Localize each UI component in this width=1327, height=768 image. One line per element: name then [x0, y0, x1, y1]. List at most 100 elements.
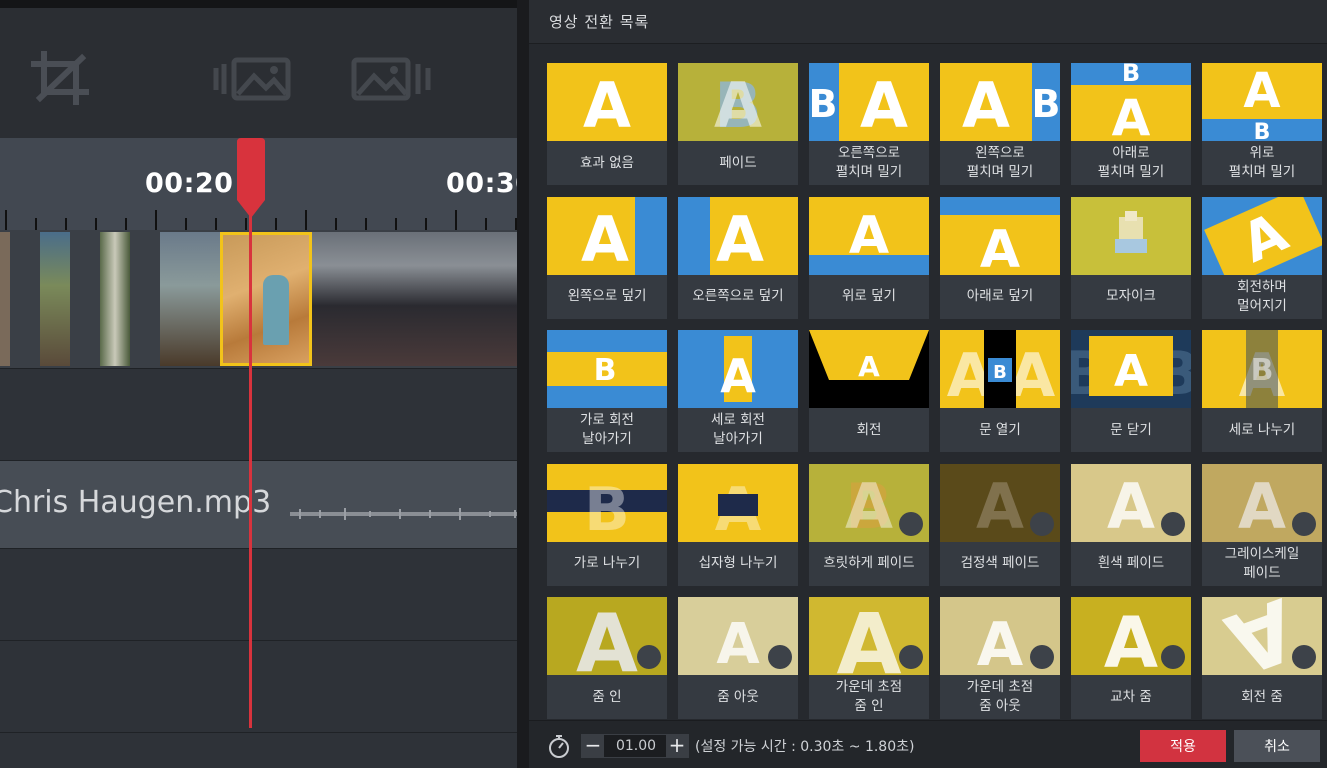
empty-track[interactable] [0, 640, 517, 732]
app-window: 00:20 00:30 Chris Haugen.mp3 [0, 0, 1327, 768]
svg-text:A: A [720, 349, 756, 403]
transition-item[interactable]: A 왼쪽으로 덮기 [547, 196, 667, 319]
transition-thumbnail: A [1202, 196, 1322, 275]
transition-item[interactable]: A 회전 줌 [1202, 597, 1322, 719]
video-clip[interactable] [160, 232, 220, 366]
video-clip[interactable] [0, 232, 10, 366]
decrease-duration-button[interactable]: − [582, 735, 604, 757]
transition-item[interactable]: A 오른쪽으로 덮기 [678, 196, 798, 319]
lock-icon [1161, 645, 1185, 669]
transition-item[interactable]: A 흰색 페이드 [1071, 463, 1191, 586]
transition-thumbnail: BA [678, 63, 798, 141]
panel-divider [517, 0, 529, 768]
editor-area: 00:20 00:30 Chris Haugen.mp3 [0, 0, 517, 768]
transition-label: 회전하며 멀어지기 [1202, 275, 1322, 319]
ruler-tick [35, 218, 37, 230]
transition-label: 페이드 [678, 141, 798, 185]
svg-text:B: B [1032, 82, 1060, 126]
transition-item[interactable]: A 가운데 초점 줌 아웃 [940, 597, 1060, 719]
svg-text:A: A [1104, 602, 1158, 675]
image-left-icon[interactable] [212, 50, 294, 106]
svg-text:A: A [845, 470, 893, 542]
lock-icon [1161, 511, 1185, 536]
transition-item[interactable]: BBA 문 닫기 [1071, 330, 1191, 452]
transition-item[interactable]: A 회전 [809, 330, 929, 452]
transition-thumbnail: A [547, 597, 667, 675]
svg-text:B: B [809, 82, 837, 126]
crop-icon[interactable] [30, 50, 92, 106]
transition-thumbnail: A [547, 63, 667, 141]
transition-item[interactable]: A 위로 덮기 [809, 196, 929, 319]
transition-item[interactable]: A B 위로 펼치며 밀기 [1202, 63, 1322, 185]
playhead-line [249, 200, 252, 728]
video-clip[interactable] [100, 232, 130, 366]
transition-item[interactable]: A 그레이스케일 페이드 [1202, 463, 1322, 586]
svg-text:B: B [1122, 63, 1140, 87]
transition-label: 세로 나누기 [1202, 408, 1322, 452]
transition-item[interactable]: B 가로 나누기 [547, 463, 667, 586]
empty-track[interactable] [0, 732, 517, 768]
transition-item[interactable]: B 가로 회전 날아가기 [547, 330, 667, 452]
lock-icon [899, 645, 923, 669]
transition-item[interactable]: A 효과 없음 [547, 63, 667, 185]
ruler-tick [65, 218, 67, 230]
audio-track[interactable]: Chris Haugen.mp3 [0, 460, 517, 548]
transition-label: 회전 [809, 408, 929, 452]
cancel-button[interactable]: 취소 [1234, 730, 1320, 762]
transition-item[interactable]: B A 아래로 펼치며 밀기 [1071, 63, 1191, 185]
transition-item[interactable]: A 십자형 나누기 [678, 463, 798, 586]
transition-label-line: 가운데 초점 [966, 679, 1034, 695]
transition-thumbnail: AB [1202, 330, 1322, 408]
transition-item[interactable]: A 줌 인 [547, 597, 667, 719]
selected-video-clip[interactable] [220, 232, 312, 366]
video-track[interactable] [0, 230, 517, 368]
video-clip[interactable] [40, 232, 70, 366]
transition-label: 흰색 페이드 [1071, 542, 1191, 586]
transition-label-line: 줌 인 [592, 688, 622, 705]
empty-track[interactable] [0, 548, 517, 640]
transition-thumbnail: BA [809, 463, 929, 542]
increase-duration-button[interactable]: + [666, 735, 688, 757]
transition-item[interactable]: 모자이크 [1071, 196, 1191, 319]
transition-label-line: 가로 회전 [580, 412, 634, 428]
transition-item[interactable]: A 줌 아웃 [678, 597, 798, 719]
transition-item[interactable]: A 가운데 초점 줌 인 [809, 597, 929, 719]
transition-label: 흐릿하게 페이드 [809, 542, 929, 586]
ruler-tick [485, 218, 487, 230]
transition-item[interactable]: AAB 문 열기 [940, 330, 1060, 452]
transition-item[interactable]: A 아래로 덮기 [940, 196, 1060, 319]
transition-label: 아래로 덮기 [940, 275, 1060, 319]
transition-item[interactable]: B A 흐릿하게 페이드 [809, 463, 929, 586]
empty-track[interactable] [0, 368, 517, 460]
svg-text:A: A [836, 597, 901, 675]
transition-label-line: 오른쪽으로 덮기 [692, 288, 784, 304]
transition-item[interactable]: B A 오른쪽으로 펼치며 밀기 [809, 63, 929, 185]
transition-label: 가로 회전 날아가기 [547, 408, 667, 452]
lock-icon [637, 645, 661, 669]
transition-label: 오른쪽으로 펼치며 밀기 [809, 141, 929, 185]
transition-item[interactable]: AB 세로 나누기 [1202, 330, 1322, 452]
transition-item[interactable]: A 검정색 페이드 [940, 463, 1060, 586]
ruler-tick [155, 210, 157, 230]
apply-button[interactable]: 적용 [1140, 730, 1226, 762]
video-clip[interactable] [312, 232, 517, 366]
duration-value[interactable]: 01.00 [606, 735, 666, 757]
svg-text:A: A [976, 470, 1024, 542]
transition-item[interactable]: A B 왼쪽으로 펼치며 밀기 [940, 63, 1060, 185]
ruler-tick [335, 218, 337, 230]
transition-item[interactable]: A 세로 회전 날아가기 [678, 330, 798, 452]
duration-stepper[interactable]: − 01.00 + [581, 734, 689, 758]
transition-item[interactable]: B A 페이드 [678, 63, 798, 185]
svg-text:A: A [977, 610, 1024, 675]
ruler-tick [5, 210, 7, 230]
transition-thumbnail: A [940, 196, 1060, 275]
transition-label-line: 페이드 [719, 154, 757, 171]
timecode-label: 00:30 [446, 168, 517, 199]
image-right-icon[interactable] [350, 50, 432, 106]
transition-item[interactable]: A 교차 줌 [1071, 597, 1191, 719]
transition-label-line: 멀어지기 [1237, 297, 1287, 314]
transition-label-line: 오른쪽으로 [837, 145, 901, 161]
transition-label: 위로 덮기 [809, 275, 929, 319]
transition-item[interactable]: A 회전하며 멀어지기 [1202, 196, 1322, 319]
transition-label: 줌 인 [547, 675, 667, 719]
